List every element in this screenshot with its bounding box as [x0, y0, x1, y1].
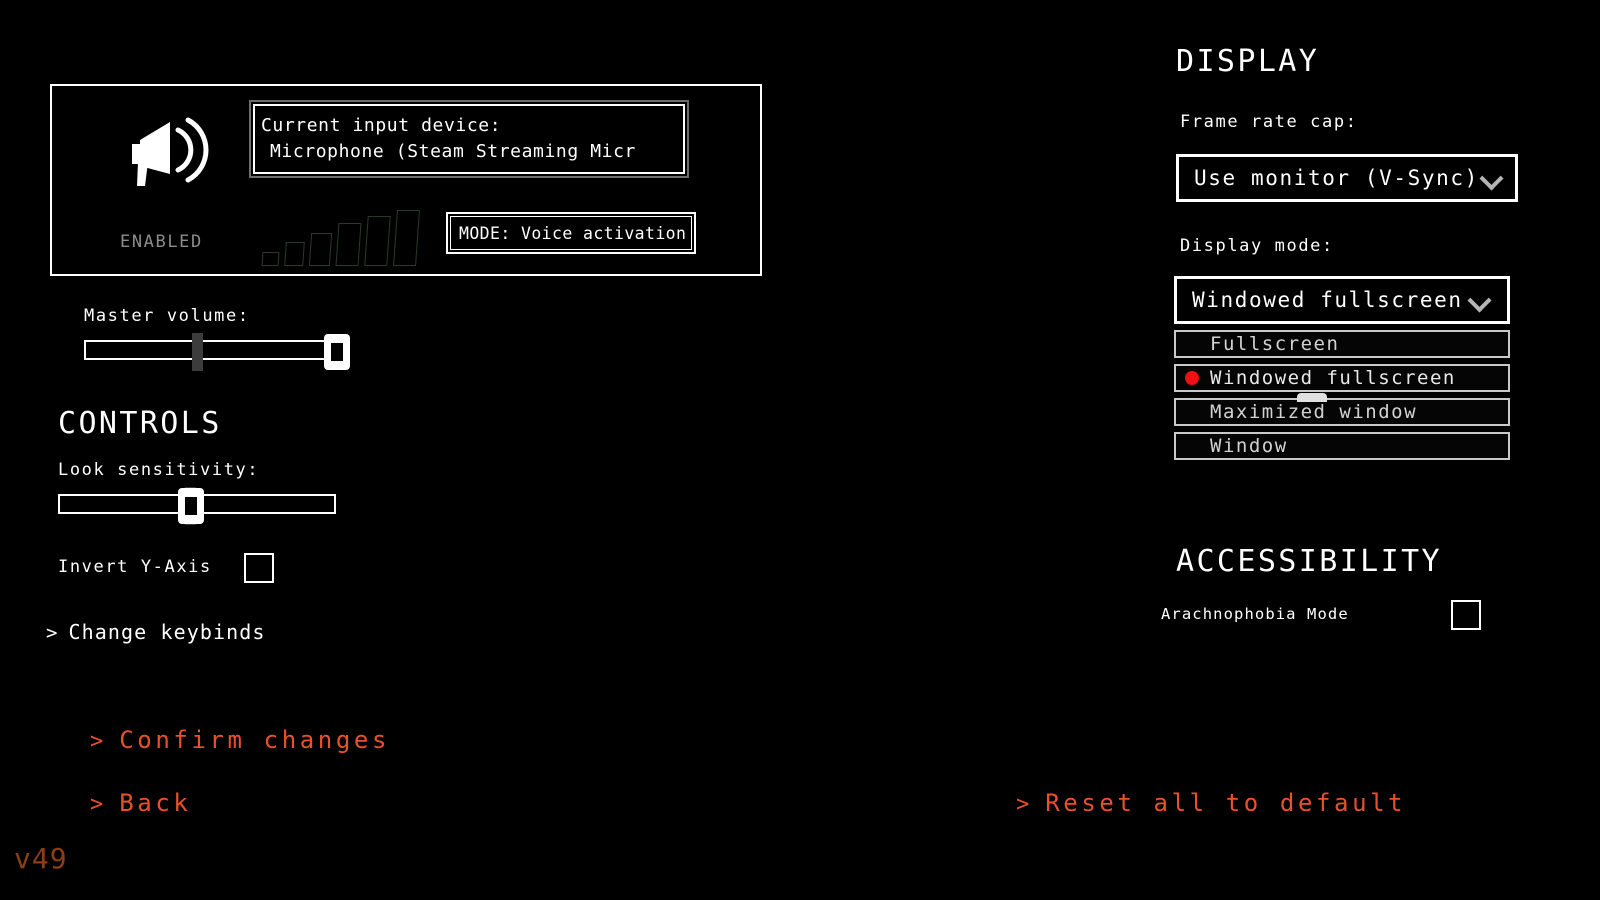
frame-rate-cap-select[interactable]: Use monitor (V-Sync) — [1176, 154, 1518, 202]
mic-status-label: ENABLED — [120, 232, 203, 252]
controls-heading: CONTROLS — [58, 406, 222, 441]
display-mode-option-label: Maximized window — [1210, 401, 1418, 423]
chevron-right-icon: > — [1016, 792, 1030, 817]
display-mode-value: Windowed fullscreen — [1192, 288, 1463, 312]
display-mode-dropdown-list: Fullscreen Windowed fullscreen Maximized w… — [1174, 330, 1510, 466]
display-mode-option-label: Fullscreen — [1210, 333, 1340, 355]
chevron-right-icon: > — [90, 792, 104, 817]
reset-all-label: Reset all to default — [1045, 789, 1407, 817]
vu-meter-bar — [261, 252, 280, 266]
vu-meter-bar — [284, 242, 305, 266]
master-volume-label: Master volume: — [84, 306, 250, 326]
display-mode-option-label: Windowed fullscreen — [1210, 367, 1456, 389]
device-value: Microphone (Steam Streaming Micr — [270, 141, 636, 162]
display-heading: DISPLAY — [1176, 44, 1320, 79]
version-label: v49 — [14, 842, 68, 875]
master-volume-tick — [192, 333, 203, 371]
chevron-down-icon — [1479, 165, 1505, 191]
look-sensitivity-label: Look sensitivity: — [58, 460, 260, 480]
device-label: Current input device: — [261, 115, 502, 136]
chevron-right-icon: > — [90, 729, 104, 754]
display-mode-option[interactable]: Window — [1174, 432, 1510, 460]
display-mode-option[interactable]: Fullscreen — [1174, 330, 1510, 358]
vu-meter-bar — [364, 216, 391, 266]
look-sensitivity-slider[interactable] — [58, 487, 336, 525]
megaphone-speaker-icon — [132, 117, 209, 186]
vu-meter-bar — [335, 223, 362, 266]
chevron-right-icon: > — [46, 622, 58, 644]
display-mode-option[interactable]: Maximized window — [1174, 398, 1510, 426]
chevron-down-icon — [1467, 287, 1493, 313]
invert-y-axis-checkbox[interactable] — [244, 553, 274, 583]
reset-all-to-default-link[interactable]: > Reset all to default — [1016, 789, 1406, 817]
display-mode-label: Display mode: — [1180, 236, 1334, 256]
selected-option-dot — [1185, 371, 1199, 385]
change-keybinds-link[interactable]: > Change keybinds — [46, 620, 266, 644]
frame-rate-cap-label: Frame rate cap: — [1180, 112, 1358, 132]
look-sensitivity-handle[interactable] — [178, 488, 204, 524]
mic-mode-label: MODE: Voice activation — [459, 223, 687, 243]
display-mode-option-label: Window — [1210, 435, 1288, 457]
arachnophobia-mode-label: Arachnophobia Mode — [1161, 605, 1349, 623]
master-volume-slider[interactable] — [84, 333, 350, 371]
current-input-device-box: Current input device: Microphone (Steam … — [249, 100, 689, 178]
display-mode-option[interactable]: Windowed fullscreen — [1174, 364, 1510, 392]
master-volume-handle[interactable] — [324, 334, 350, 370]
accessibility-heading: ACCESSIBILITY — [1176, 544, 1442, 579]
confirm-changes-label: Confirm changes — [119, 726, 390, 754]
display-mode-select[interactable]: Windowed fullscreen — [1174, 276, 1510, 324]
confirm-changes-link[interactable]: > Confirm changes — [90, 726, 390, 754]
back-link[interactable]: > Back — [90, 789, 191, 817]
change-keybinds-label: Change keybinds — [68, 620, 266, 644]
dropdown-caret-marker — [1297, 393, 1327, 402]
input-level-meter — [261, 210, 420, 272]
vu-meter-bar — [308, 233, 333, 266]
invert-y-axis-label: Invert Y-Axis — [58, 557, 212, 577]
audio-settings-panel: ENABLED Current input device: Microphone… — [50, 84, 762, 276]
back-label: Back — [119, 789, 192, 817]
vu-meter-bar — [393, 210, 420, 266]
mic-mode-button[interactable]: MODE: Voice activation — [446, 212, 696, 254]
frame-rate-cap-value: Use monitor (V-Sync) — [1194, 166, 1479, 190]
arachnophobia-mode-checkbox[interactable] — [1451, 600, 1481, 630]
